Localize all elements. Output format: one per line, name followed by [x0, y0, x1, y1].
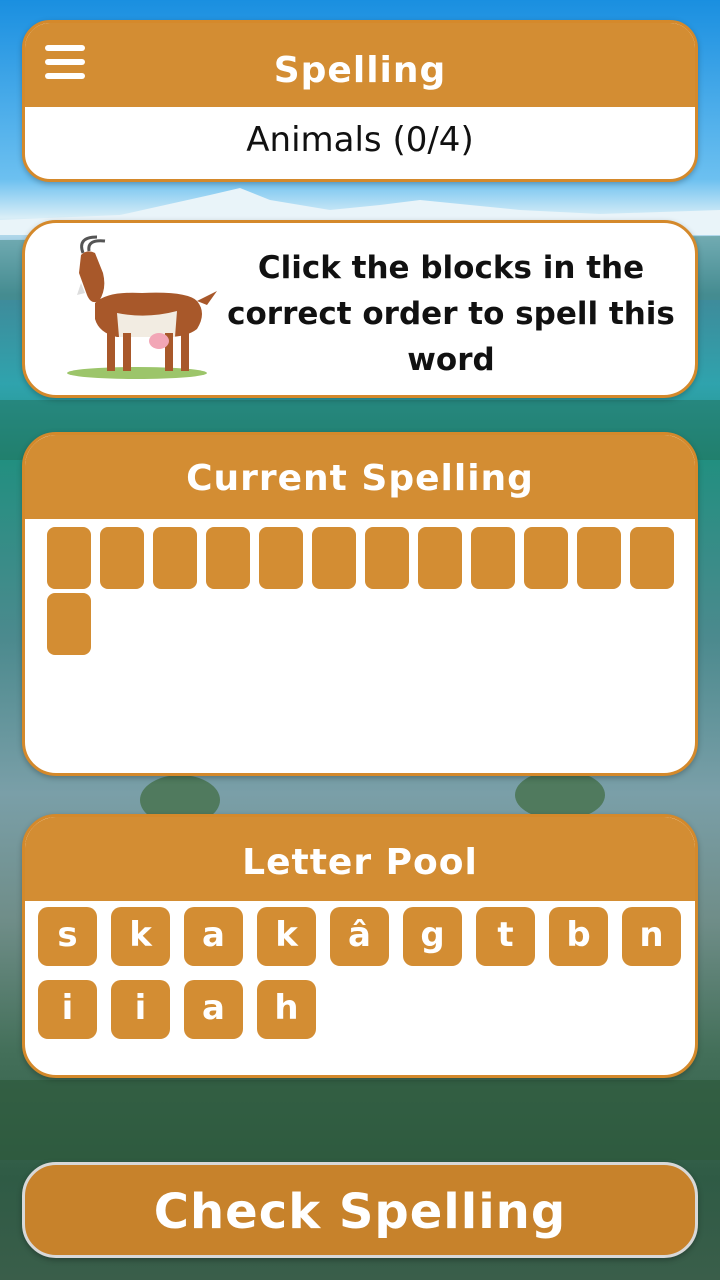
header-card: Spelling Animals (0/4) [22, 20, 698, 182]
letter-block[interactable]: h [257, 980, 316, 1039]
spelling-slot[interactable] [206, 527, 250, 589]
spelling-slot[interactable] [577, 527, 621, 589]
spelling-slot[interactable] [47, 593, 91, 655]
category-progress: Animals (0/4) [246, 120, 474, 160]
letter-pool-title: Letter Pool [25, 817, 695, 901]
letter-block[interactable]: â [330, 907, 389, 966]
letter-block[interactable]: a [184, 980, 243, 1039]
letter-block[interactable]: k [111, 907, 170, 966]
spelling-slot[interactable] [524, 527, 568, 589]
spelling-slot[interactable] [100, 527, 144, 589]
letter-block[interactable]: n [622, 907, 681, 966]
letter-block[interactable]: i [38, 980, 97, 1039]
spelling-slot[interactable] [47, 527, 91, 589]
spelling-slot[interactable] [630, 527, 674, 589]
instruction-text: Click the blocks in the correct order to… [227, 250, 675, 378]
spelling-slots [25, 519, 695, 659]
goat-illustration [67, 235, 217, 379]
letter-block[interactable]: a [184, 907, 243, 966]
spelling-slot[interactable] [153, 527, 197, 589]
spelling-slot[interactable] [365, 527, 409, 589]
check-spelling-button[interactable]: Check Spelling [22, 1162, 698, 1258]
letter-block[interactable]: i [111, 980, 170, 1039]
instruction-card: Click the blocks in the correct order to… [22, 220, 698, 398]
letter-pool-card: Letter Pool skakâgtbniiah [22, 814, 698, 1078]
hamburger-menu-icon[interactable] [45, 45, 85, 79]
letter-block[interactable]: g [403, 907, 462, 966]
letter-block[interactable]: b [549, 907, 608, 966]
letter-block[interactable]: s [38, 907, 97, 966]
letter-block[interactable]: t [476, 907, 535, 966]
current-spelling-card: Current Spelling [22, 432, 698, 776]
letter-block[interactable]: k [257, 907, 316, 966]
spelling-slot[interactable] [259, 527, 303, 589]
spelling-slot[interactable] [312, 527, 356, 589]
page-title: Spelling [25, 23, 695, 107]
spelling-slot[interactable] [418, 527, 462, 589]
spelling-slot[interactable] [471, 527, 515, 589]
letter-pool: skakâgtbniiah [25, 901, 695, 1053]
current-spelling-title: Current Spelling [25, 435, 695, 519]
